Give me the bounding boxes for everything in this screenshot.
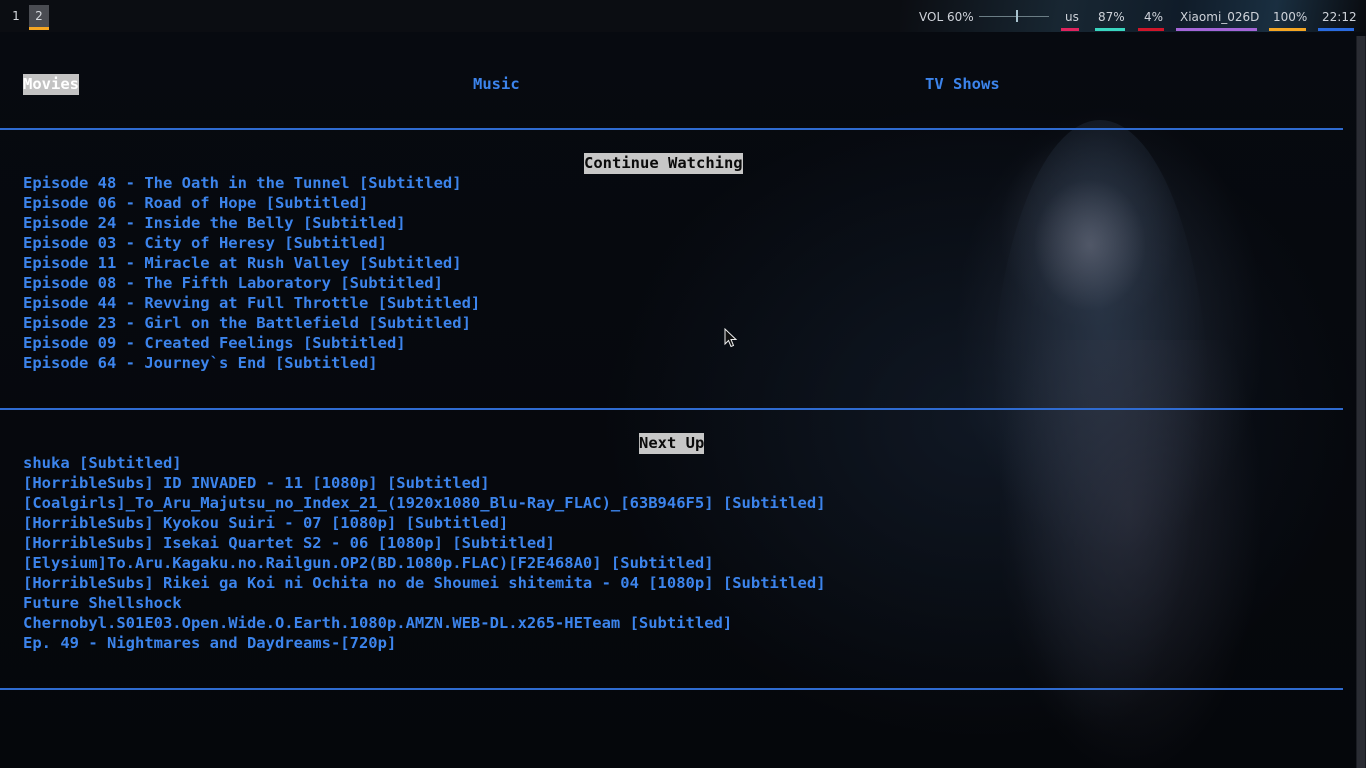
list-item[interactable]: Chernobyl.S01E03.Open.Wide.O.Earth.1080p… <box>23 613 826 633</box>
list-item[interactable]: [Coalgirls]_To_Aru_Majutsu_no_Index_21_(… <box>23 493 826 513</box>
workspace-active-indicator <box>29 27 49 30</box>
list-item[interactable]: Episode 11 - Miracle at Rush Valley [Sub… <box>23 253 480 273</box>
volume-slider-knob[interactable] <box>1016 10 1018 22</box>
next-up-list: shuka [Subtitled] [HorribleSubs] ID INVA… <box>23 453 826 653</box>
wifi-underline <box>1176 28 1257 31</box>
list-item[interactable]: Episode 06 - Road of Hope [Subtitled] <box>23 193 480 213</box>
list-item[interactable]: Episode 09 - Created Feelings [Subtitled… <box>23 333 480 353</box>
wifi-network[interactable]: Xiaomi_026D <box>1180 9 1259 25</box>
divider <box>0 128 1343 130</box>
clock[interactable]: 22:12 <box>1322 9 1357 25</box>
list-item[interactable]: Episode 03 - City of Heresy [Subtitled] <box>23 233 480 253</box>
list-item[interactable]: Episode 44 - Revving at Full Throttle [S… <box>23 293 480 313</box>
divider <box>0 688 1343 690</box>
list-item[interactable]: [HorribleSubs] Rikei ga Koi ni Ochita no… <box>23 573 826 593</box>
workspace-label: 1 <box>12 9 20 23</box>
brightness-level: 100% <box>1273 10 1308 24</box>
volume-slider[interactable] <box>979 16 1049 17</box>
mouse-pointer-icon <box>724 328 738 348</box>
list-item[interactable]: Episode 23 - Girl on the Battlefield [Su… <box>23 313 480 333</box>
wallpaper-figure-face <box>1035 180 1145 310</box>
workspace-2[interactable]: 2 <box>29 5 49 30</box>
list-item[interactable]: Episode 64 - Journey`s End [Subtitled] <box>23 353 480 373</box>
battery-underline <box>1095 28 1125 31</box>
list-item[interactable]: Episode 08 - The Fifth Laboratory [Subti… <box>23 273 480 293</box>
workspace-label: 2 <box>35 9 43 23</box>
menu-music[interactable]: Music <box>473 74 520 95</box>
menu-movies[interactable]: Movies <box>23 74 79 95</box>
list-item[interactable]: Future Shellshock <box>23 593 826 613</box>
brightness-underline <box>1269 28 1306 31</box>
list-item[interactable]: [HorribleSubs] Isekai Quartet S2 - 06 [1… <box>23 533 826 553</box>
list-item[interactable]: shuka [Subtitled] <box>23 453 826 473</box>
status-bar: 1 2 VOL 60% us 87% 4% Xiaomi_026D 100% 2… <box>0 0 1366 32</box>
clock-underline <box>1318 28 1354 31</box>
continue-watching-list: Episode 48 - The Oath in the Tunnel [Sub… <box>23 173 480 373</box>
scrollbar-thumb[interactable] <box>1357 36 1365 768</box>
cpu-underline <box>1138 28 1164 31</box>
list-item[interactable]: Ep. 49 - Nightmares and Daydreams-[720p] <box>23 633 826 653</box>
next-up-title: Next Up <box>639 433 705 454</box>
continue-watching-title: Continue Watching <box>584 153 743 174</box>
list-item[interactable]: [HorribleSubs] Kyokou Suiri - 07 [1080p]… <box>23 513 826 533</box>
menu-tv-shows[interactable]: TV Shows <box>925 74 1000 95</box>
keyboard-layout[interactable]: us <box>1065 9 1079 25</box>
divider <box>0 408 1343 410</box>
cpu-usage: 4% <box>1144 10 1164 24</box>
list-item[interactable]: [Elysium]To.Aru.Kagaku.no.Railgun.OP2(BD… <box>23 553 826 573</box>
desktop: 1 2 VOL 60% us 87% 4% Xiaomi_026D 100% 2… <box>0 0 1366 768</box>
list-item[interactable]: Episode 24 - Inside the Belly [Subtitled… <box>23 213 480 233</box>
workspace-1[interactable]: 1 <box>7 5 25 27</box>
volume-label[interactable]: VOL 60% <box>919 9 974 25</box>
battery-level: 87% <box>1098 10 1125 24</box>
list-item[interactable]: [HorribleSubs] ID INVADED - 11 [1080p] [… <box>23 473 826 493</box>
list-item[interactable]: Episode 48 - The Oath in the Tunnel [Sub… <box>23 173 480 193</box>
wallpaper-figure-body <box>1000 340 1260 768</box>
keyboard-layout-underline <box>1061 28 1079 31</box>
